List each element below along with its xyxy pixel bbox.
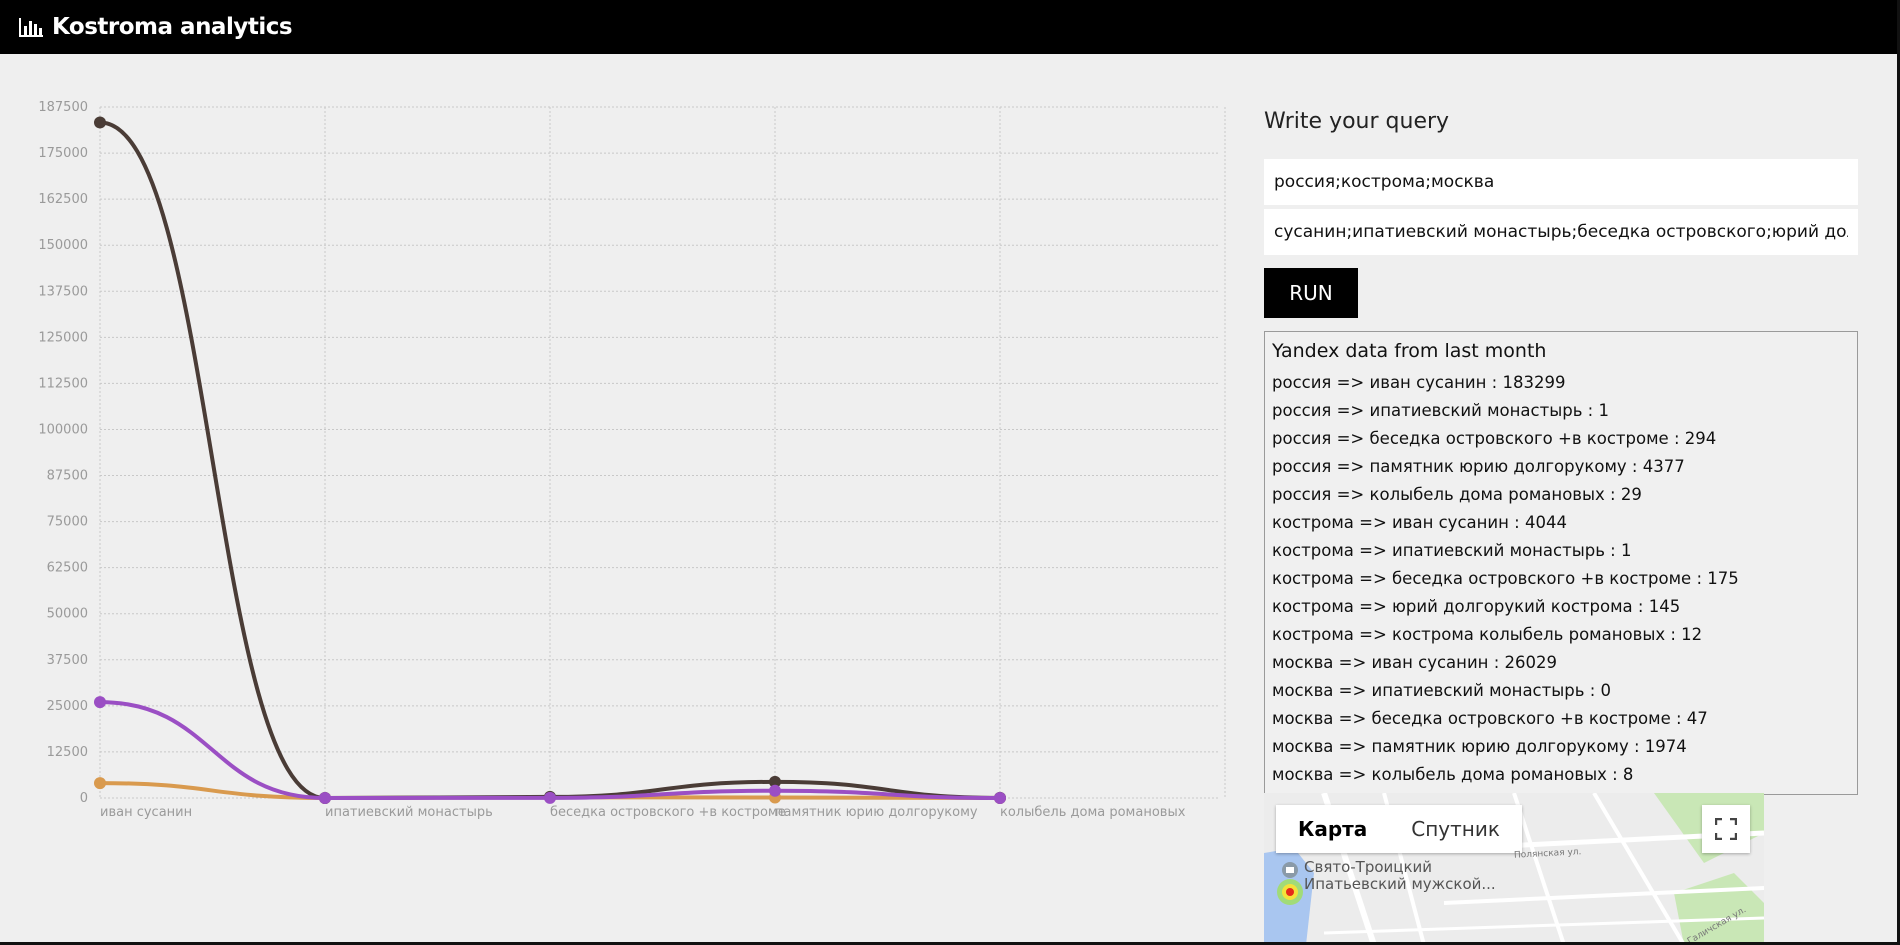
line-chart: 0 12500 25000 37500 50000 62500 75000 87500 1000… [0,95,1240,835]
series-point [769,784,781,797]
x-tick-label: иван сусанин [100,805,192,820]
app-title: Kostroma analytics [52,14,293,40]
bar-chart-icon [19,18,43,37]
result-line: россия => ипатиевский монастырь : 1 [1272,401,1609,420]
y-tick-label: 187500 [38,100,88,115]
result-line: москва => колыбель дома романовых : 8 [1272,765,1634,784]
y-tick-label: 25000 [47,699,88,714]
map-tab-satellite[interactable]: Спутник [1389,805,1522,853]
series-point [319,792,331,804]
map-place-line2: Ипатьевский мужской... [1304,875,1496,893]
y-tick-label: 0 [80,791,88,806]
query-panel: Write your query RUN Yandex data from la… [1264,103,1858,795]
y-tick-label: 12500 [47,745,88,760]
series-point [94,116,106,129]
map-place-label[interactable]: Свято-Троицкий Ипатьевский мужской... [1304,859,1496,893]
results-title: Yandex data from last month [1272,340,1547,362]
brand[interactable]: Kostroma analytics [18,14,293,40]
results-list: россия => иван сусанин : 183299 россия =… [1272,369,1850,789]
y-tick-label: 37500 [47,653,88,668]
y-tick-label: 150000 [38,238,88,253]
chart-svg: 0 12500 25000 37500 50000 62500 75000 87500 1000… [38,100,1226,820]
heatmap-marker-icon [1277,879,1303,905]
y-tick-label: 87500 [47,469,88,484]
result-line: кострома => ипатиевский монастырь : 1 [1272,541,1632,560]
y-tick-label: 137500 [38,284,88,299]
y-tick-label: 175000 [38,146,88,161]
run-button[interactable]: RUN [1264,268,1358,318]
result-line: кострома => беседка островского +в костр… [1272,569,1739,588]
map-type-tabs: Карта Спутник [1276,805,1522,853]
y-tick-label: 50000 [47,607,88,622]
result-line: кострома => иван сусанин : 4044 [1272,513,1567,532]
result-line: кострома => кострома колыбель романовых … [1272,625,1703,644]
map-place-line1: Свято-Троицкий [1304,858,1433,876]
y-tick-label: 75000 [47,515,88,530]
x-tick-label: колыбель дома романовых [1000,805,1186,820]
result-line: россия => беседка островского +в костром… [1272,429,1717,448]
result-line: москва => ипатиевский монастырь : 0 [1272,681,1612,700]
series-point [544,791,556,804]
fullscreen-button[interactable] [1702,805,1750,853]
result-line: россия => памятник юрию долгорукому : 43… [1272,457,1685,476]
x-tick-label: ипатиевский монастырь [325,805,493,820]
top-bar: Kostroma analytics [0,0,1900,54]
x-tick-label: памятник юрию долгорукому [775,805,978,820]
y-tick-label: 100000 [38,422,88,437]
fullscreen-icon [1715,818,1737,840]
y-tick-label: 62500 [47,561,88,576]
topics-input[interactable] [1264,209,1858,255]
y-tick-label: 125000 [38,330,88,345]
x-tick-label: беседка островского +в костроме [550,805,786,820]
result-line: москва => иван сусанин : 26029 [1272,653,1558,672]
result-line: россия => колыбель дома романовых : 29 [1272,485,1642,504]
map-tab-map[interactable]: Карта [1276,805,1389,853]
results-box: Yandex data from last month россия => ив… [1264,331,1858,795]
series-point [994,791,1006,804]
map[interactable]: Карта Спутник Свято-Троицкий Ипатьевский… [1264,793,1764,945]
result-line: кострома => юрий долгорукий кострома : 1… [1272,597,1681,616]
series-point [94,777,106,790]
series-point [94,696,106,709]
places-input[interactable] [1264,159,1858,205]
result-line: москва => памятник юрию долгорукому : 19… [1272,737,1687,756]
y-tick-label: 162500 [38,192,88,207]
result-line: москва => беседка островского +в костром… [1272,709,1708,728]
y-tick-label: 112500 [38,376,88,391]
result-line: россия => иван сусанин : 183299 [1272,373,1566,392]
query-title: Write your query [1264,109,1450,134]
